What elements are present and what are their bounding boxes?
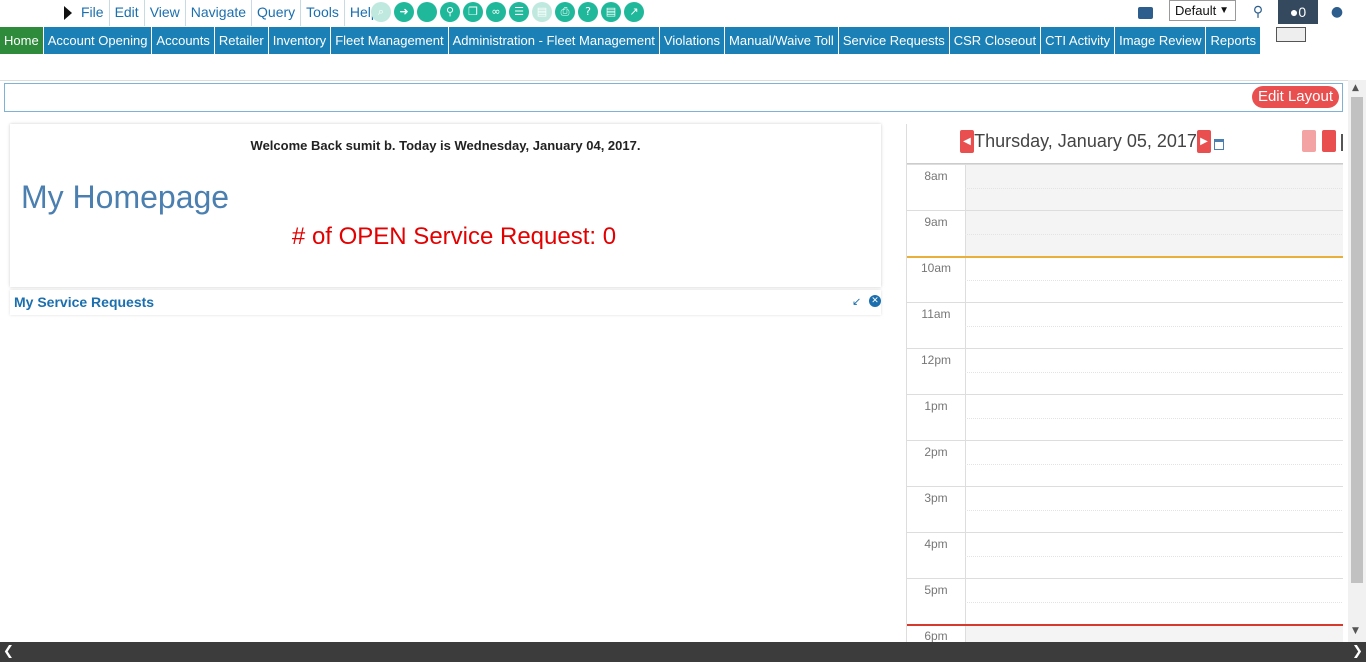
hour-slot[interactable]: 3pm — [907, 486, 1343, 532]
chart-icon[interactable]: ↗ — [624, 2, 644, 22]
go-icon[interactable]: ➜ — [394, 2, 414, 22]
hour-label: 5pm — [924, 583, 948, 597]
divider — [0, 80, 1348, 81]
hour-label: 9am — [924, 215, 948, 229]
hour-label: 3pm — [924, 491, 948, 505]
hour-slot[interactable]: 4pm — [907, 532, 1343, 578]
toolbar-icons: ⌕ ➜ ⚲ ❐ ∞ ☰ ▤ ⎙ ? ▤ ↗ — [371, 2, 644, 22]
next-day-button[interactable]: ▶ — [1197, 130, 1211, 153]
menu-file[interactable]: File — [76, 0, 110, 26]
hour-slot[interactable]: 5pm — [907, 578, 1343, 624]
play-arrow-icon[interactable] — [64, 6, 72, 20]
tab-account-opening[interactable]: Account Opening — [43, 27, 153, 54]
hour-label: 12pm — [920, 353, 952, 367]
nav-overflow-button[interactable] — [1276, 27, 1306, 42]
page-title: My Homepage — [21, 179, 230, 215]
link-icon[interactable]: ∞ — [486, 2, 506, 22]
scrollbar-thumb[interactable] — [1351, 97, 1363, 583]
menu-navigate[interactable]: Navigate — [186, 0, 253, 26]
hour-slot[interactable]: 9am — [907, 210, 1343, 256]
search-button[interactable]: ⚲ — [1244, 0, 1272, 24]
hour-label: 2pm — [924, 445, 948, 459]
layout-select-value: Default — [1175, 3, 1217, 18]
hour-label: 8am — [924, 169, 948, 183]
layout-select[interactable]: Default ▼ — [1169, 0, 1236, 21]
circle-icon[interactable] — [417, 2, 437, 22]
menu-query[interactable]: Query — [252, 0, 302, 26]
search-icon[interactable]: ⌕ — [371, 2, 391, 22]
menu-view[interactable]: View — [145, 0, 186, 26]
print-icon[interactable]: ⎙ — [555, 2, 575, 22]
hour-slot[interactable]: 12pm — [907, 348, 1343, 394]
copy-icon[interactable]: ❐ — [463, 2, 483, 22]
open-requests-count: # of OPEN Service Request: 0 — [291, 223, 617, 250]
menu-tools[interactable]: Tools — [301, 0, 345, 26]
service-requests-panel: My Service Requests ↙ ✕ — [10, 290, 881, 315]
work-start-line — [907, 256, 1343, 258]
work-end-line — [907, 624, 1343, 626]
chat-icon[interactable] — [1138, 7, 1153, 19]
week-view-button[interactable] — [1322, 130, 1336, 152]
hour-slot[interactable]: 11am — [907, 302, 1343, 348]
tab-retailer[interactable]: Retailer — [214, 27, 269, 54]
report-icon[interactable]: ▤ — [601, 2, 621, 22]
help-icon[interactable]: ? — [578, 2, 598, 22]
scroll-down-icon[interactable]: ▼ — [1352, 626, 1359, 636]
notifications-button[interactable]: ●0 — [1278, 0, 1318, 24]
tab-inventory[interactable]: Inventory — [268, 27, 332, 54]
hour-label: 10am — [920, 261, 952, 275]
menu-list: File Edit View Navigate Query Tools Help — [76, 0, 384, 26]
collapse-icon[interactable]: ↙ — [852, 295, 861, 308]
top-menu-bar: File Edit View Navigate Query Tools Help… — [0, 0, 1366, 26]
layout-bar: Edit Layout — [4, 83, 1343, 112]
month-view-button[interactable] — [1341, 134, 1343, 151]
calendar-header: ◀ Thursday, January 05, 2017 ▶ — [907, 124, 1343, 164]
edit-layout-button[interactable]: Edit Layout — [1251, 86, 1339, 108]
calendar-date: Thursday, January 05, 2017 — [974, 131, 1197, 151]
tab-accounts[interactable]: Accounts — [152, 27, 215, 54]
calendar-grid: 8am 9am 10am 11am 12pm 1pm 2pm 3pm 4pm 5… — [907, 164, 1343, 642]
tab-image-review[interactable]: Image Review — [1115, 27, 1207, 54]
hour-label: 11am — [921, 307, 951, 321]
tab-home[interactable]: Home — [0, 27, 44, 54]
notepad-icon[interactable]: ▤ — [532, 2, 552, 22]
hour-label: 4pm — [924, 537, 948, 551]
day-view-button[interactable] — [1302, 130, 1316, 152]
hour-label: 1pm — [924, 399, 948, 413]
horizontal-scrollbar[interactable]: ❮ ❯ — [0, 642, 1366, 662]
welcome-message: Welcome Back sumit b. Today is Wednesday… — [250, 138, 641, 153]
hour-slot[interactable]: 6pm — [907, 624, 1343, 642]
menu-edit[interactable]: Edit — [110, 0, 145, 26]
tab-service-requests[interactable]: Service Requests — [838, 27, 950, 54]
hour-slot[interactable]: 10am — [907, 256, 1343, 302]
chevron-down-icon: ▼ — [1219, 5, 1229, 16]
hour-label: 6pm — [924, 629, 948, 642]
calendar-picker-icon[interactable] — [1214, 139, 1224, 150]
user-icon[interactable]: ● — [1322, 0, 1352, 24]
hour-slot[interactable]: 1pm — [907, 394, 1343, 440]
tab-violations[interactable]: Violations — [659, 27, 726, 54]
scroll-right-icon[interactable]: ❯ — [1352, 644, 1363, 659]
tab-reports[interactable]: Reports — [1206, 27, 1262, 54]
key-icon[interactable]: ⚲ — [440, 2, 460, 22]
service-requests-title: My Service Requests — [14, 294, 155, 310]
scroll-left-icon[interactable]: ❮ — [3, 644, 14, 659]
tab-cti-activity[interactable]: CTI Activity — [1041, 27, 1116, 54]
scroll-up-icon[interactable]: ▲ — [1352, 83, 1359, 93]
notification-count: 0 — [1298, 4, 1307, 20]
tab-administration-fleet-management[interactable]: Administration - Fleet Management — [448, 27, 660, 54]
list-icon[interactable]: ☰ — [509, 2, 529, 22]
calendar-panel: ◀ Thursday, January 05, 2017 ▶ 8am 9am 1… — [906, 124, 1343, 642]
hour-slot[interactable]: 8am — [907, 164, 1343, 210]
close-icon[interactable]: ✕ — [869, 295, 881, 307]
tab-fleet-management[interactable]: Fleet Management — [331, 27, 449, 54]
prev-day-button[interactable]: ◀ — [960, 130, 974, 153]
nav-tabs: Home Account Opening Accounts Retailer I… — [0, 27, 1262, 54]
tab-manual-waive-toll[interactable]: Manual/Waive Toll — [725, 27, 839, 54]
hour-slot[interactable]: 2pm — [907, 440, 1343, 486]
tab-csr-closeout[interactable]: CSR Closeout — [949, 27, 1042, 54]
welcome-panel: Welcome Back sumit b. Today is Wednesday… — [10, 124, 881, 287]
vertical-scrollbar[interactable]: ▲ ▼ — [1348, 80, 1366, 642]
